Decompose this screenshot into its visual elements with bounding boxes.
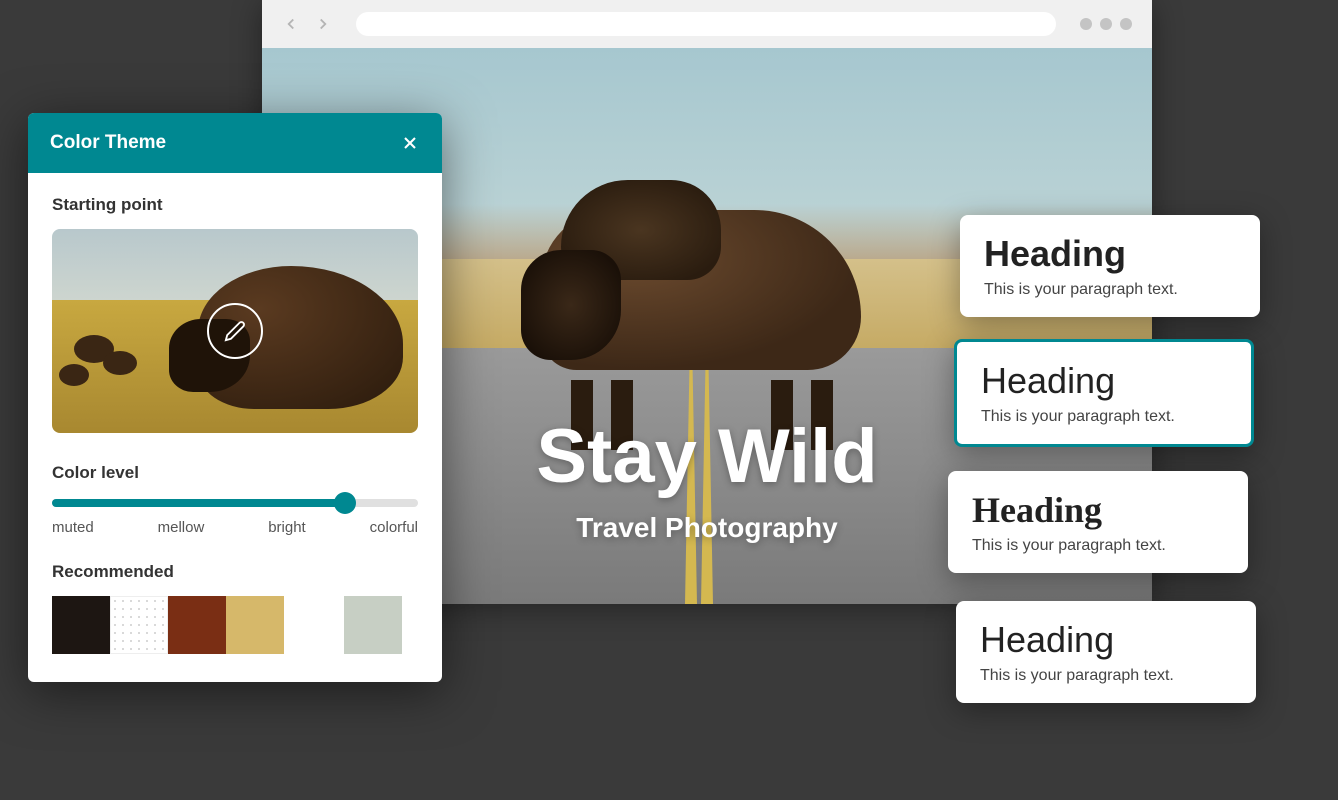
close-icon[interactable]: [400, 133, 420, 153]
card-heading: Heading: [984, 233, 1236, 275]
card-heading: Heading: [980, 619, 1232, 661]
card-heading: Heading: [972, 489, 1224, 531]
color-level-label: Color level: [52, 463, 418, 483]
panel-title: Color Theme: [50, 132, 166, 154]
hero-title: Stay Wild: [536, 413, 877, 500]
swatch[interactable]: [52, 596, 110, 654]
card-heading: Heading: [981, 360, 1227, 402]
card-text: This is your paragraph text.: [984, 281, 1236, 299]
font-option-card[interactable]: Heading This is your paragraph text.: [954, 339, 1254, 447]
starting-point-label: Starting point: [52, 195, 418, 215]
font-option-card[interactable]: Heading This is your paragraph text.: [960, 215, 1260, 317]
forward-icon[interactable]: [314, 15, 332, 33]
swatch[interactable]: [168, 596, 226, 654]
starting-image[interactable]: [52, 229, 418, 433]
panel-header: Color Theme: [28, 113, 442, 173]
swatch[interactable]: [110, 596, 168, 654]
hero-subtitle: Travel Photography: [576, 512, 837, 544]
card-text: This is your paragraph text.: [972, 537, 1224, 555]
bison-illustration: [511, 170, 931, 430]
font-option-card[interactable]: Heading This is your paragraph text.: [948, 471, 1248, 573]
address-bar[interactable]: [356, 12, 1056, 36]
slider-labels: muted mellow bright colorful: [52, 519, 418, 536]
card-text: This is your paragraph text.: [980, 667, 1232, 685]
recommended-label: Recommended: [52, 562, 418, 582]
swatch[interactable]: [226, 596, 284, 654]
color-theme-panel: Color Theme Starting point Color level: [28, 113, 442, 682]
font-option-card[interactable]: Heading This is your paragraph text.: [956, 601, 1256, 703]
swatch-row: [52, 596, 418, 654]
back-icon[interactable]: [282, 15, 300, 33]
browser-toolbar: [262, 0, 1152, 48]
swatch[interactable]: [344, 596, 402, 654]
card-text: This is your paragraph text.: [981, 408, 1227, 426]
slider-thumb[interactable]: [334, 492, 356, 514]
color-level-slider[interactable]: [52, 499, 418, 507]
window-controls-icon: [1080, 18, 1132, 30]
edit-image-button[interactable]: [207, 303, 263, 359]
